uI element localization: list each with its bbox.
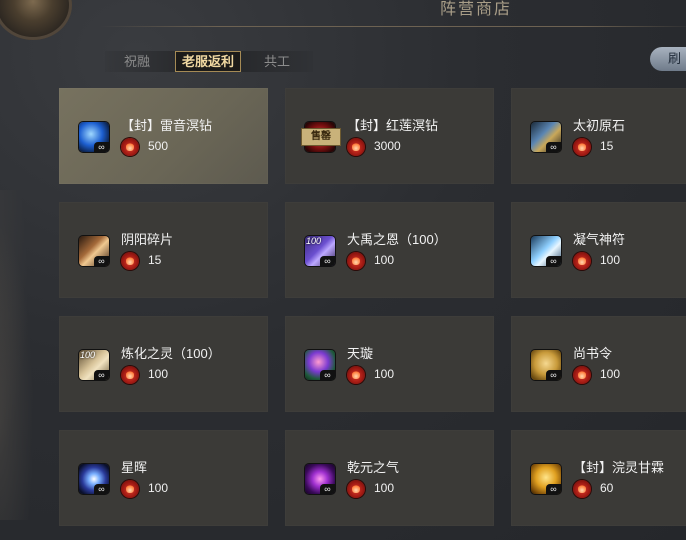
spirit-dew-icon: ∞ (531, 464, 561, 494)
item-name: 【封】浣灵甘霖 (573, 460, 665, 475)
item-price: 100 (374, 481, 395, 495)
item-name: 太初原石 (573, 118, 626, 133)
item-price: 15 (148, 253, 162, 267)
refining-spirit-icon: 100 ∞ (79, 350, 109, 380)
item-price: 3000 (374, 139, 401, 153)
flame-coin-icon (347, 252, 365, 270)
flame-coin-icon (121, 366, 139, 384)
sold-out-badge: 售罄 (301, 128, 341, 146)
item-price: 15 (600, 139, 614, 153)
tab-bar: 祝融 老服返利 共工 (105, 51, 313, 72)
flame-coin-icon (121, 480, 139, 498)
flame-coin-icon (573, 480, 591, 498)
decorative-swirl (0, 190, 40, 520)
yin-yang-shard-icon: ∞ (79, 236, 109, 266)
dayu-grace-icon: 100 ∞ (305, 236, 335, 266)
item-name: 乾元之气 (347, 460, 400, 475)
tab-old-server-rebate[interactable]: 老服返利 (175, 51, 241, 72)
shop-title: 阵营商店 (440, 0, 513, 18)
refresh-button[interactable]: 刷 (650, 47, 686, 71)
primordial-stone-icon: ∞ (531, 122, 561, 152)
shop-item-card[interactable]: 售罄 【封】红莲溟钻 3000 (285, 88, 494, 184)
item-name: 【封】雷音溟钻 (121, 118, 213, 133)
flame-coin-icon (347, 366, 365, 384)
item-price: 100 (148, 481, 169, 495)
item-price: 100 (374, 253, 395, 267)
flame-coin-icon (573, 138, 591, 156)
flame-coin-icon (121, 138, 139, 156)
item-name: 炼化之灵（100） (121, 346, 221, 361)
flame-coin-icon (573, 252, 591, 270)
item-price: 100 (374, 367, 395, 381)
flame-coin-icon (347, 480, 365, 498)
item-name: 阴阳碎片 (121, 232, 174, 247)
shop-item-card[interactable]: 100 ∞ 炼化之灵（100） 100 (59, 316, 268, 412)
item-name: 天璇 (347, 346, 374, 361)
item-price: 100 (600, 253, 621, 267)
shop-item-card[interactable]: ∞ 【封】雷音溟钻 500 (59, 88, 268, 184)
star-radiance-icon: ∞ (79, 464, 109, 494)
shop-item-card[interactable]: ∞ 太初原石 15 (511, 88, 686, 184)
shop-item-card[interactable]: ∞ 星晖 100 (59, 430, 268, 526)
item-name: 大禹之恩（100） (347, 232, 447, 247)
shop-item-card[interactable]: ∞ 乾元之气 100 (285, 430, 494, 526)
item-name: 尚书令 (573, 346, 613, 361)
item-price: 500 (148, 139, 169, 153)
shop-item-card[interactable]: ∞ 凝气神符 100 (511, 202, 686, 298)
tab-zhurong[interactable]: 祝融 (113, 51, 161, 72)
item-price: 60 (600, 481, 614, 495)
flame-coin-icon (347, 138, 365, 156)
header-divider (100, 26, 686, 27)
item-price: 100 (600, 367, 621, 381)
qi-rune-icon: ∞ (531, 236, 561, 266)
qianyuan-qi-icon: ∞ (305, 464, 335, 494)
faction-emblem-icon (0, 0, 72, 40)
item-name: 【封】红莲溟钻 (347, 118, 439, 133)
tab-gonggong[interactable]: 共工 (253, 51, 301, 72)
thunder-gem-icon: ∞ (79, 122, 109, 152)
flame-coin-icon (573, 366, 591, 384)
shop-item-card[interactable]: ∞ 天璇 100 (285, 316, 494, 412)
tianxuan-jade-icon: ∞ (305, 350, 335, 380)
item-name: 星晖 (121, 460, 148, 475)
shop-item-card[interactable]: 100 ∞ 大禹之恩（100） 100 (285, 202, 494, 298)
minister-order-icon: ∞ (531, 350, 561, 380)
item-price: 100 (148, 367, 169, 381)
item-name: 凝气神符 (573, 232, 626, 247)
shop-item-card[interactable]: ∞ 【封】浣灵甘霖 60 (511, 430, 686, 526)
flame-coin-icon (121, 252, 139, 270)
shop-item-card[interactable]: ∞ 尚书令 100 (511, 316, 686, 412)
shop-item-card[interactable]: ∞ 阴阳碎片 15 (59, 202, 268, 298)
